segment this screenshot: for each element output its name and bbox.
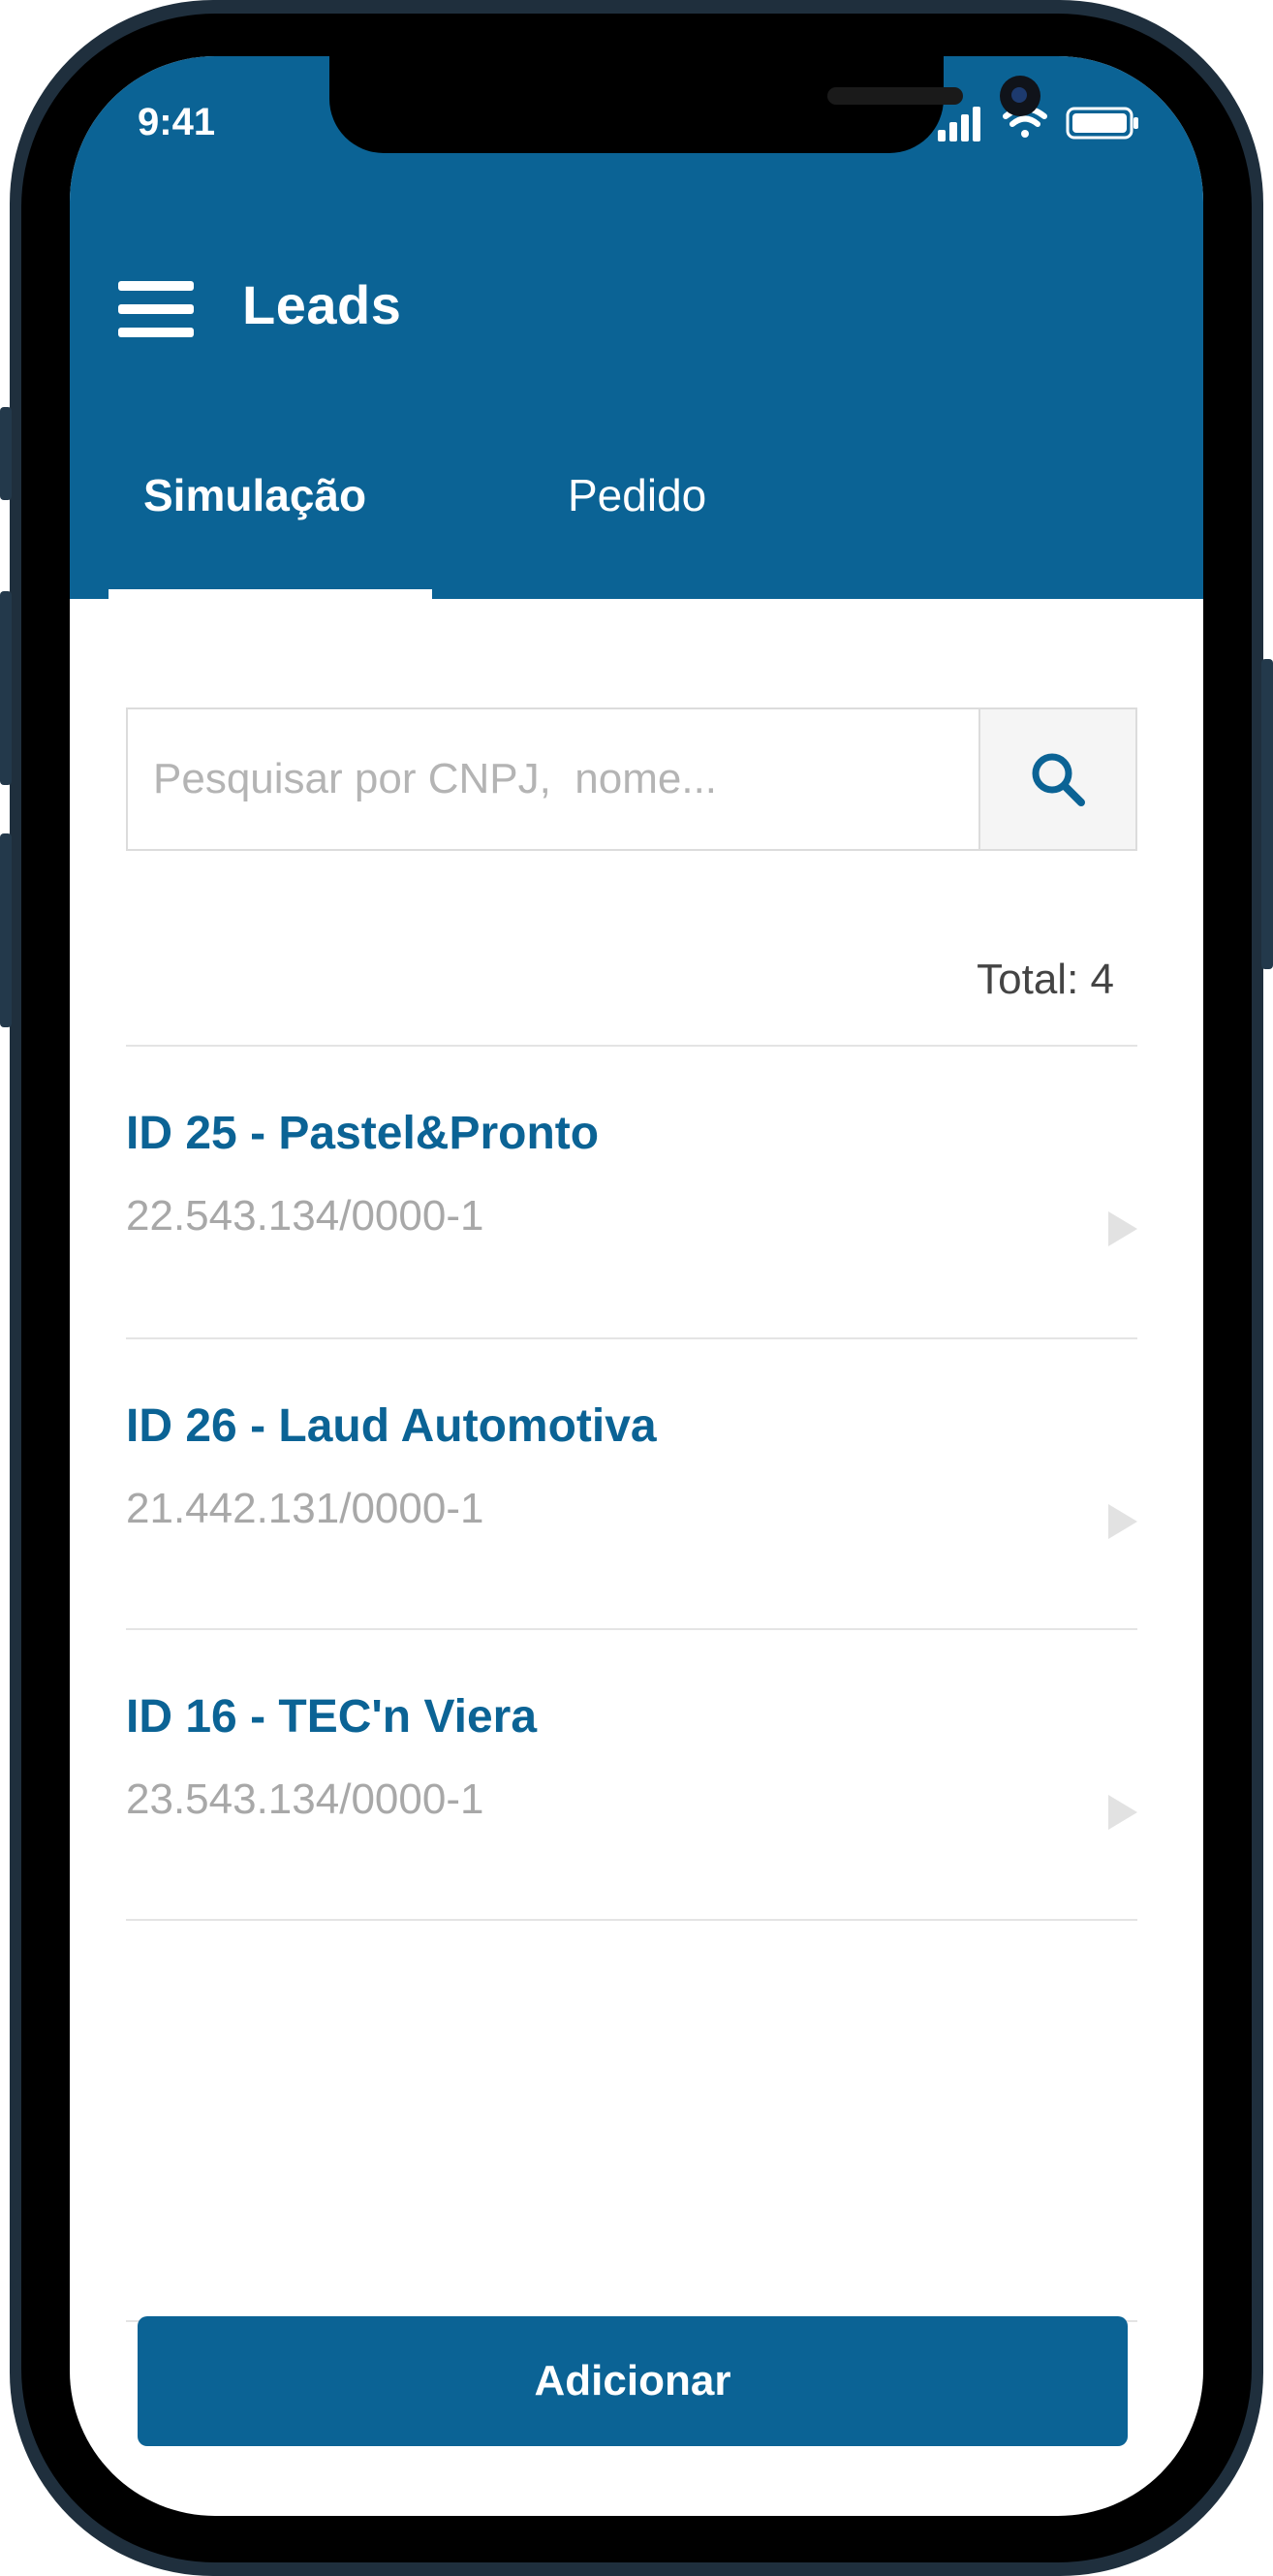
camera-notch <box>329 56 1040 153</box>
app-screen: 9:41 Leads Simulação Pedido Pesquisar po… <box>70 56 1203 2516</box>
volume-down-button <box>0 833 12 1027</box>
tab-pedido[interactable]: Pedido <box>568 469 706 521</box>
page-title: Leads <box>242 274 402 335</box>
lead-title: ID 25 - Pastel&Pronto <box>126 1108 600 1159</box>
search-button[interactable] <box>978 709 1135 849</box>
lead-cnpj: 22.543.134/0000-1 <box>126 1192 484 1240</box>
signal-icon <box>938 107 980 141</box>
search-icon <box>1032 753 1085 806</box>
lead-item[interactable]: ID 25 - Pastel&Pronto 22.543.134/0000-1 <box>126 1047 1137 1337</box>
battery-icon <box>1066 107 1138 140</box>
active-tab-indicator <box>109 589 432 599</box>
chevron-right-icon <box>1108 1795 1137 1830</box>
tab-simulacao[interactable]: Simulação <box>143 469 366 521</box>
lead-cnpj: 21.442.131/0000-1 <box>126 1485 484 1532</box>
status-icons <box>938 106 1138 141</box>
lead-item[interactable]: ID 16 - TEC'n Viera 23.543.134/0000-1 <box>126 1630 1137 1921</box>
search-bar <box>126 707 1137 851</box>
mute-switch <box>0 407 12 500</box>
speaker-grille <box>827 87 963 105</box>
status-time: 9:41 <box>138 101 216 143</box>
front-camera <box>1000 76 1040 116</box>
chevron-right-icon <box>1108 1211 1137 1246</box>
chevron-right-icon <box>1108 1504 1137 1539</box>
add-button[interactable]: Adicionar <box>138 2316 1128 2446</box>
divider <box>126 1919 1137 1921</box>
total-count: Total: 4 <box>977 956 1114 1003</box>
lead-title: ID 16 - TEC'n Viera <box>126 1691 538 1743</box>
menu-icon[interactable] <box>118 281 194 339</box>
lead-item[interactable]: ID 26 - Laud Automotiva 21.442.131/0000-… <box>126 1339 1137 1630</box>
power-button <box>1261 659 1273 969</box>
volume-up-button <box>0 591 12 785</box>
search-input[interactable] <box>130 711 978 847</box>
lead-title: ID 26 - Laud Automotiva <box>126 1400 657 1452</box>
lead-cnpj: 23.543.134/0000-1 <box>126 1775 484 1823</box>
